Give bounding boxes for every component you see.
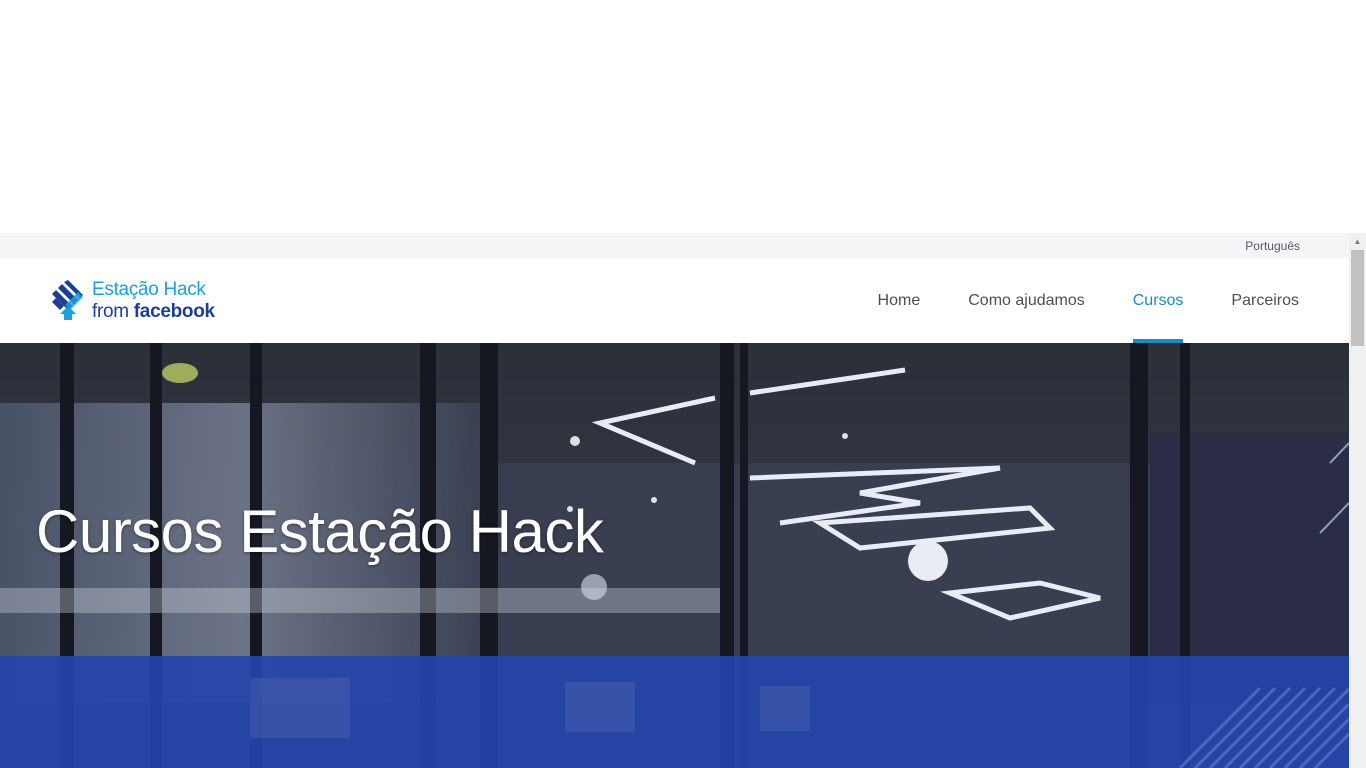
- site-logo[interactable]: Estação Hack from facebook: [50, 278, 220, 324]
- nav-item-como-ajudamos[interactable]: Como ajudamos: [968, 258, 1085, 343]
- scroll-thumb[interactable]: [1351, 250, 1364, 346]
- estacao-hack-logo-icon: [52, 280, 83, 320]
- scroll-up-arrow-icon[interactable]: ▲: [1349, 233, 1366, 250]
- page-title: Cursos Estação Hack: [36, 498, 604, 565]
- band-stripes-decoration: [250, 678, 1349, 768]
- logo-title: Estação Hack: [92, 279, 206, 300]
- logo-brand: facebook: [133, 301, 215, 322]
- language-selector[interactable]: Português: [1245, 239, 1300, 253]
- website: Português Estação Hack from facebook Hom…: [0, 233, 1349, 768]
- main-nav: Home Como ajudamos Cursos Parceiros: [830, 258, 1299, 343]
- vertical-scrollbar[interactable]: ▲: [1349, 233, 1366, 768]
- logo-subtitle: from facebook: [92, 301, 215, 323]
- language-bar: Português: [0, 233, 1349, 258]
- nav-item-parceiros[interactable]: Parceiros: [1231, 258, 1299, 343]
- nav-item-home[interactable]: Home: [878, 258, 921, 343]
- hero-blue-band: [0, 656, 1349, 768]
- nav-item-cursos[interactable]: Cursos: [1132, 258, 1183, 343]
- logo-from: from: [92, 301, 134, 322]
- site-header: Estação Hack from facebook Home Como aju…: [0, 258, 1349, 343]
- blank-area: [0, 0, 1366, 233]
- hero-banner: Cursos Estação Hack: [0, 343, 1349, 768]
